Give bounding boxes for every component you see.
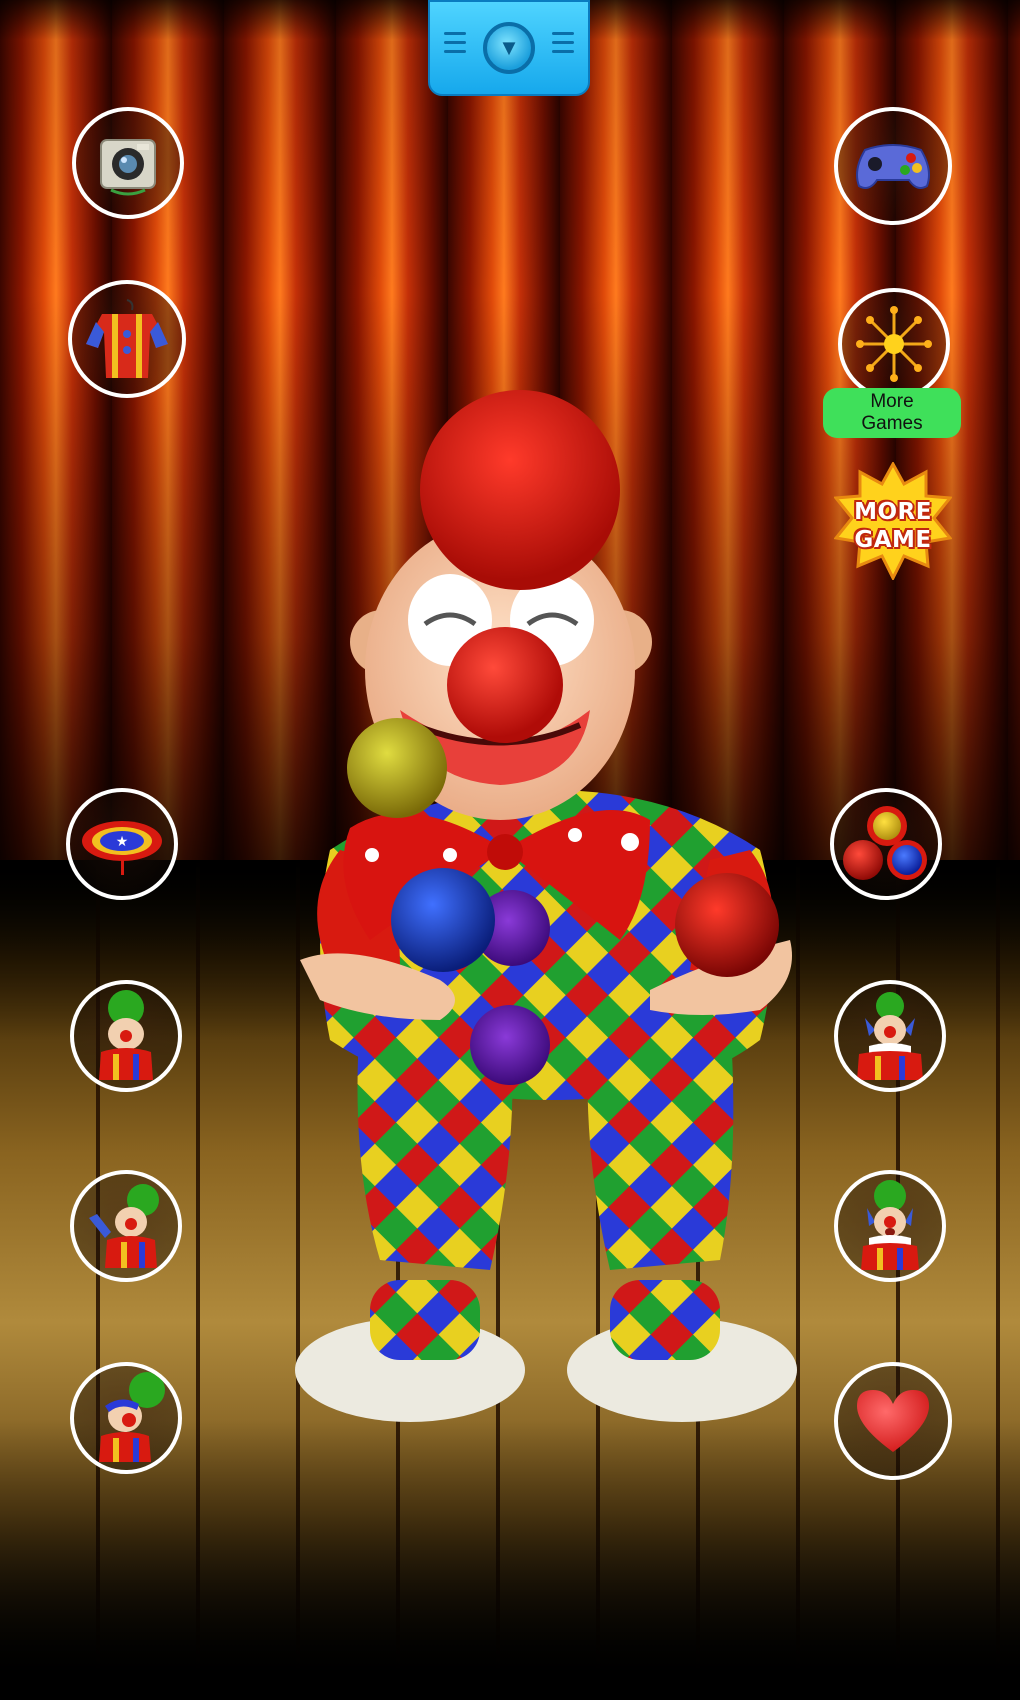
more-game-line1: MORE <box>854 499 932 525</box>
trampoline-icon: ★ <box>82 821 162 875</box>
juggling-balls-icon <box>843 806 927 880</box>
favorite-button[interactable] <box>834 1362 952 1480</box>
top-menu-tab[interactable]: ▼ <box>428 0 590 96</box>
more-game-line2: GAME <box>854 527 932 553</box>
grip-lines-left <box>444 32 466 53</box>
camera-icon <box>100 139 156 196</box>
more-game-text: MORE GAME <box>834 498 952 554</box>
clown-wave-icon <box>89 1184 159 1268</box>
juggle-button[interactable] <box>830 788 942 900</box>
more-games-text: More Games <box>861 391 923 434</box>
clown-costume-icon <box>86 299 168 378</box>
costume-button[interactable] <box>68 280 186 398</box>
svg-text:★: ★ <box>116 834 129 850</box>
triangle-down-icon: ▼ <box>498 35 520 60</box>
clown-action-button-2[interactable] <box>70 1170 182 1282</box>
clown-action-button-4[interactable] <box>834 980 946 1092</box>
clown-pie-icon <box>99 990 153 1080</box>
clown-action-button-1[interactable] <box>70 980 182 1092</box>
game-stage: ▼ ★ More Games MORE GAME <box>0 0 1020 1700</box>
more-game-badge[interactable]: MORE GAME <box>834 462 952 580</box>
more-games-label[interactable]: More Games <box>823 388 961 438</box>
clown-laugh-icon <box>857 992 923 1080</box>
clown-surprise-icon <box>861 1180 919 1270</box>
grip-lines-right <box>552 32 574 53</box>
games-button[interactable] <box>834 107 952 225</box>
clown-action-button-3[interactable] <box>70 1362 182 1474</box>
trampoline-button[interactable]: ★ <box>66 788 178 900</box>
clown-balloon-icon <box>99 1372 165 1462</box>
heart-icon <box>857 1390 929 1452</box>
clown-action-button-5[interactable] <box>834 1170 946 1282</box>
gamepad-icon <box>856 144 930 189</box>
more-games-button[interactable] <box>838 288 950 400</box>
clown-character[interactable] <box>290 380 810 1440</box>
camera-button[interactable] <box>72 107 184 219</box>
menu-dial[interactable]: ▼ <box>483 22 535 74</box>
firework-icon <box>856 306 932 382</box>
